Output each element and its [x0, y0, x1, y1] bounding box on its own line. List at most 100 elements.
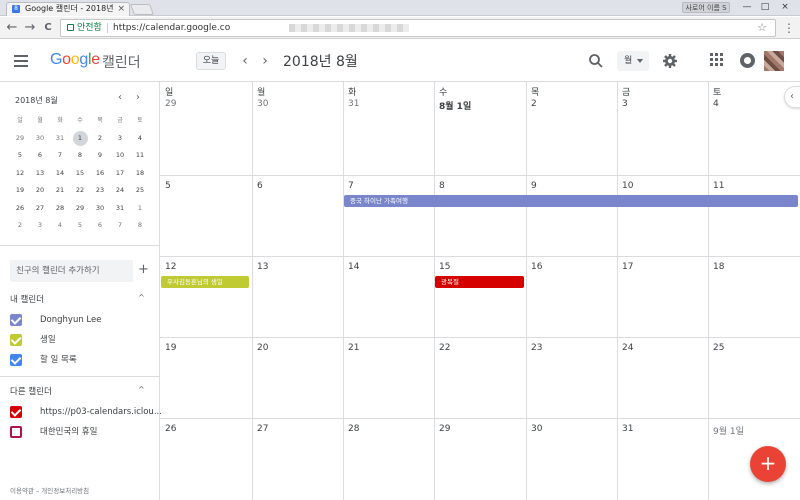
day-number[interactable]: 3	[622, 99, 628, 109]
day-number[interactable]: 9	[531, 181, 537, 191]
day-number[interactable]: 11	[713, 181, 724, 191]
back-button[interactable]: ←	[4, 20, 20, 36]
mini-day[interactable]: 4	[50, 217, 70, 235]
google-logo[interactable]: Google	[50, 51, 100, 69]
new-tab-button[interactable]	[129, 4, 155, 15]
day-number[interactable]: 16	[531, 262, 542, 272]
mini-day[interactable]: 29	[70, 200, 90, 218]
mini-day[interactable]: 8	[70, 147, 90, 165]
search-icon[interactable]	[588, 53, 604, 69]
mini-day[interactable]: 26	[10, 200, 30, 218]
day-number[interactable]: 10	[622, 181, 633, 191]
mini-day[interactable]: 3	[30, 217, 50, 235]
event-liberation-day[interactable]: 광복절	[435, 276, 524, 288]
browser-menu-icon[interactable]: ⋮	[782, 20, 796, 36]
mini-day[interactable]: 23	[90, 182, 110, 200]
mini-day[interactable]: 2	[90, 130, 110, 148]
maximize-button[interactable]: □	[758, 1, 772, 13]
day-number[interactable]: 15	[439, 262, 450, 272]
mini-day[interactable]: 6	[30, 147, 50, 165]
day-number[interactable]: 9월 1일	[713, 424, 744, 437]
mini-day[interactable]: 28	[50, 200, 70, 218]
mini-day[interactable]: 17	[110, 165, 130, 183]
bookmark-star-icon[interactable]: ☆	[757, 20, 767, 36]
mini-day[interactable]: 10	[110, 147, 130, 165]
day-number[interactable]: 8	[439, 181, 445, 191]
day-number[interactable]: 29	[439, 424, 450, 434]
mini-day[interactable]: 6	[90, 217, 110, 235]
add-friend-calendar-input[interactable]: 친구의 캘린더 추가하기	[10, 260, 133, 282]
day-number[interactable]: 23	[531, 343, 542, 353]
mini-day[interactable]: 5	[70, 217, 90, 235]
day-number[interactable]: 7	[348, 181, 354, 191]
reload-button[interactable]: C	[40, 20, 56, 36]
day-number[interactable]: 6	[257, 181, 263, 191]
day-number[interactable]: 29	[165, 99, 176, 109]
footer-links[interactable]: 이용약관 – 개인정보처리방침	[10, 485, 89, 495]
day-number[interactable]: 2	[531, 99, 537, 109]
mini-day[interactable]: 5	[10, 147, 30, 165]
create-event-button[interactable]: +	[750, 446, 786, 482]
minimize-button[interactable]: —	[740, 1, 754, 13]
calendar-checkbox[interactable]	[10, 314, 22, 326]
mini-day[interactable]: 21	[50, 182, 70, 200]
day-number[interactable]: 14	[348, 262, 359, 272]
address-bar[interactable]: 안전함 https://calendar.google.co ☆	[60, 19, 776, 37]
tab-close-icon[interactable]: ×	[117, 3, 125, 15]
today-button[interactable]: 오늘	[196, 52, 226, 70]
day-number[interactable]: 20	[257, 343, 268, 353]
mini-day[interactable]: 20	[30, 182, 50, 200]
side-panel-toggle-icon[interactable]: ‹	[784, 86, 800, 108]
mini-day[interactable]: 14	[50, 165, 70, 183]
mini-day[interactable]: 31	[110, 200, 130, 218]
forward-button[interactable]: →	[22, 20, 38, 36]
mini-prev-month-button[interactable]: ‹	[114, 92, 126, 103]
notifications-icon[interactable]	[740, 53, 755, 68]
day-number[interactable]: 21	[348, 343, 359, 353]
day-number[interactable]: 30	[257, 99, 268, 109]
day-number[interactable]: 8월 1일	[439, 99, 471, 112]
mini-next-month-button[interactable]: ›	[132, 92, 144, 103]
chevron-up-icon[interactable]: ^	[138, 385, 145, 394]
mini-day[interactable]: 22	[70, 182, 90, 200]
add-calendar-icon[interactable]: +	[138, 262, 149, 277]
day-number[interactable]: 31	[348, 99, 359, 109]
event-family-trip[interactable]: 중국 하이난 가족여행	[344, 195, 798, 207]
mini-day[interactable]: 9	[90, 147, 110, 165]
mini-day[interactable]: 25	[130, 182, 150, 200]
day-number[interactable]: 28	[348, 424, 359, 434]
mini-day[interactable]: 19	[10, 182, 30, 200]
mini-day[interactable]: 2	[10, 217, 30, 235]
mini-day[interactable]: 15	[70, 165, 90, 183]
mini-day[interactable]: 7	[50, 147, 70, 165]
gear-icon[interactable]	[662, 53, 678, 69]
mini-day[interactable]: 30	[30, 130, 50, 148]
mini-day[interactable]: 24	[110, 182, 130, 200]
mini-day[interactable]: 8	[130, 217, 150, 235]
calendar-checkbox[interactable]	[10, 354, 22, 366]
day-number[interactable]: 17	[622, 262, 633, 272]
day-number[interactable]: 24	[622, 343, 633, 353]
mini-day[interactable]: 18	[130, 165, 150, 183]
apps-grid-icon[interactable]	[710, 53, 724, 67]
main-menu-icon[interactable]	[14, 55, 28, 67]
day-number[interactable]: 4	[713, 99, 719, 109]
calendar-checkbox[interactable]	[10, 406, 22, 418]
day-number[interactable]: 26	[165, 424, 176, 434]
mini-day[interactable]: 1	[70, 130, 90, 148]
mini-day[interactable]: 27	[30, 200, 50, 218]
prev-period-button[interactable]: ‹	[237, 52, 253, 70]
mini-day[interactable]: 16	[90, 165, 110, 183]
mini-day[interactable]: 13	[30, 165, 50, 183]
day-number[interactable]: 30	[531, 424, 542, 434]
browser-tab[interactable]: 8 Google 캘린더 - 2018년 ×	[6, 2, 130, 16]
event-birthday[interactable]: 우사김동훈님의 생일	[161, 276, 249, 288]
mini-day[interactable]: 29	[10, 130, 30, 148]
day-number[interactable]: 25	[713, 343, 724, 353]
mini-day[interactable]: 4	[130, 130, 150, 148]
mini-day[interactable]: 11	[130, 147, 150, 165]
profile-chip[interactable]: 사로어 이름 S	[682, 2, 730, 13]
mini-day[interactable]: 1	[130, 200, 150, 218]
day-number[interactable]: 12	[165, 262, 176, 272]
my-calendars-title[interactable]: 내 캘린더	[10, 293, 44, 305]
